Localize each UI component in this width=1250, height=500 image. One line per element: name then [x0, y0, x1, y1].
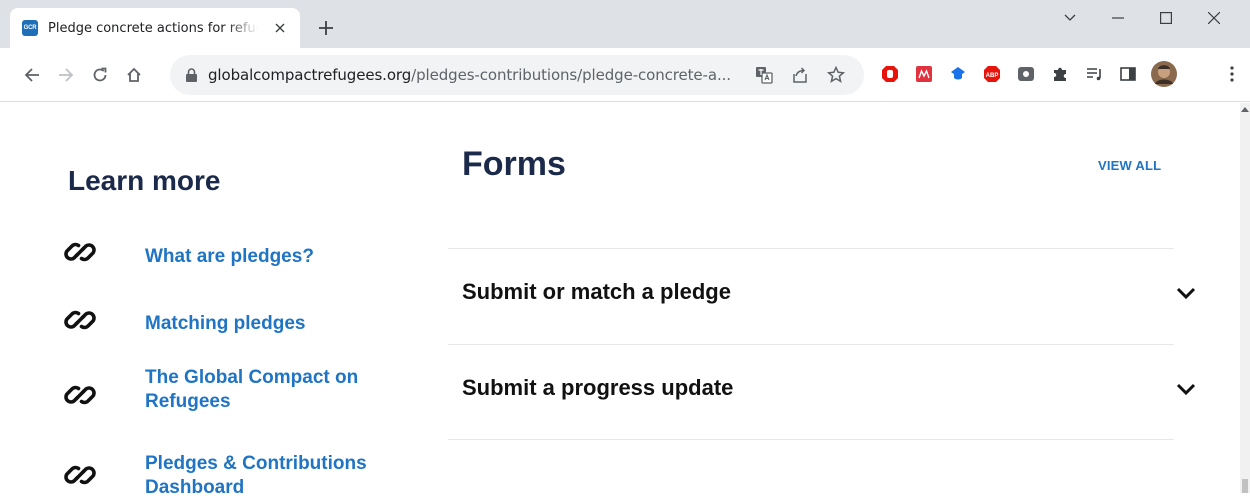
scroll-up-icon[interactable]: [1241, 107, 1249, 112]
view-all-link[interactable]: VIEW ALL: [1098, 158, 1161, 173]
learn-more-item[interactable]: Pledges & Contributions Dashboard: [60, 453, 367, 498]
extensions-puzzle-icon[interactable]: [1050, 64, 1070, 84]
minimize-button[interactable]: [1098, 4, 1138, 32]
reload-icon[interactable]: [88, 63, 112, 87]
scrollbar-thumb[interactable]: [1242, 479, 1248, 493]
accordion-label: Submit a progress update: [462, 375, 734, 400]
link-icon: [60, 375, 100, 415]
gray-extension-icon[interactable]: [1016, 64, 1036, 84]
new-tab-button[interactable]: [314, 16, 338, 40]
blue-extension-icon[interactable]: [948, 64, 968, 84]
what-are-pledges-link[interactable]: What are pledges?: [145, 245, 405, 269]
tab-title: Pledge concrete actions for refugees: [48, 20, 258, 36]
back-icon[interactable]: [20, 63, 44, 87]
learn-more-item[interactable]: What are pledges?: [60, 232, 314, 272]
maximize-button[interactable]: [1146, 4, 1186, 32]
link-icon: [60, 232, 100, 272]
page-scrollbar[interactable]: [1240, 103, 1250, 493]
global-compact-link[interactable]: The Global Compact on Refugees: [145, 366, 385, 414]
link-icon: [60, 300, 100, 340]
learn-more-item[interactable]: Matching pledges: [60, 300, 305, 340]
tab-close-icon[interactable]: [272, 20, 288, 36]
translate-icon[interactable]: [754, 65, 774, 85]
menu-kebab-icon[interactable]: [1222, 64, 1242, 84]
address-bar[interactable]: globalcompactrefugees.org/pledges-contri…: [170, 55, 864, 95]
tab-search-icon[interactable]: [1050, 4, 1090, 32]
close-window-button[interactable]: [1194, 4, 1234, 32]
url-text[interactable]: globalcompactrefugees.org/pledges-contri…: [208, 66, 731, 84]
learn-more-heading: Learn more: [68, 165, 221, 196]
home-icon[interactable]: [122, 63, 146, 87]
profile-avatar[interactable]: [1150, 60, 1178, 88]
reading-list-icon[interactable]: [1084, 64, 1104, 84]
learn-more-item[interactable]: The Global Compact on Refugees: [60, 367, 358, 415]
forward-icon[interactable]: [54, 63, 78, 87]
adblock-plus-icon[interactable]: ABP: [982, 64, 1002, 84]
red-extension-icon[interactable]: [914, 64, 934, 84]
forms-heading: Forms: [462, 145, 566, 183]
site-favicon-icon: GCR: [22, 20, 38, 36]
side-panel-icon[interactable]: [1118, 64, 1138, 84]
bookmark-star-icon[interactable]: [826, 65, 846, 85]
browser-toolbar: globalcompactrefugees.org/pledges-contri…: [0, 48, 1250, 102]
share-icon[interactable]: [790, 65, 810, 85]
matching-pledges-link[interactable]: Matching pledges: [145, 312, 405, 336]
accordion-label: Submit or match a pledge: [462, 279, 731, 304]
page-content: Learn more What are pledges? Matching pl…: [0, 103, 1240, 498]
link-icon: [60, 455, 100, 495]
url-domain: globalcompactrefugees.org: [208, 66, 412, 84]
accordion-submit-pledge[interactable]: Submit or match a pledge: [448, 249, 1196, 344]
lock-icon[interactable]: [186, 68, 197, 87]
chevron-down-icon[interactable]: [1174, 377, 1198, 401]
divider: [448, 439, 1174, 440]
browser-tab[interactable]: GCR Pledge concrete actions for refugees: [10, 8, 300, 48]
url-path: /pledges-contributions/pledge-concrete-a…: [411, 66, 731, 84]
chevron-down-icon[interactable]: [1174, 281, 1198, 305]
ublock-extension-icon[interactable]: [880, 64, 900, 84]
accordion-progress-update[interactable]: Submit a progress update: [448, 345, 1196, 440]
tab-strip: GCR Pledge concrete actions for refugees: [0, 0, 1250, 48]
svg-text:ABP: ABP: [986, 73, 999, 79]
